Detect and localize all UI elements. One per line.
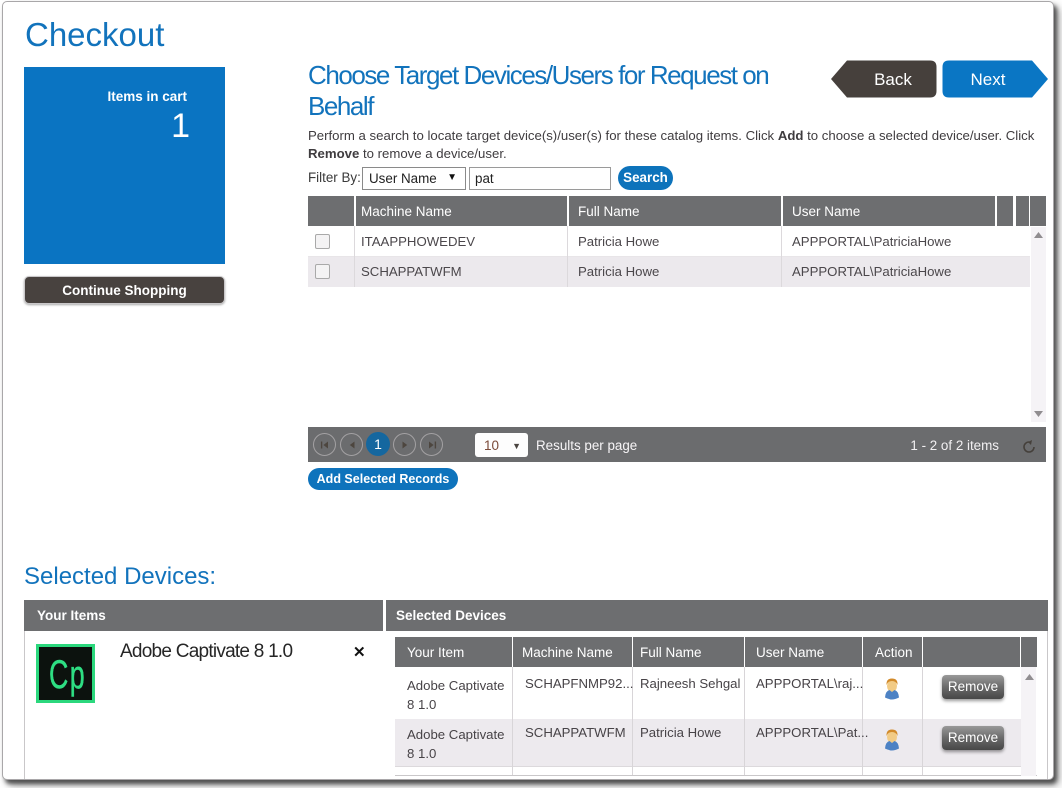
svg-text:Back: Back: [874, 70, 912, 89]
svg-text:Next: Next: [971, 70, 1006, 89]
